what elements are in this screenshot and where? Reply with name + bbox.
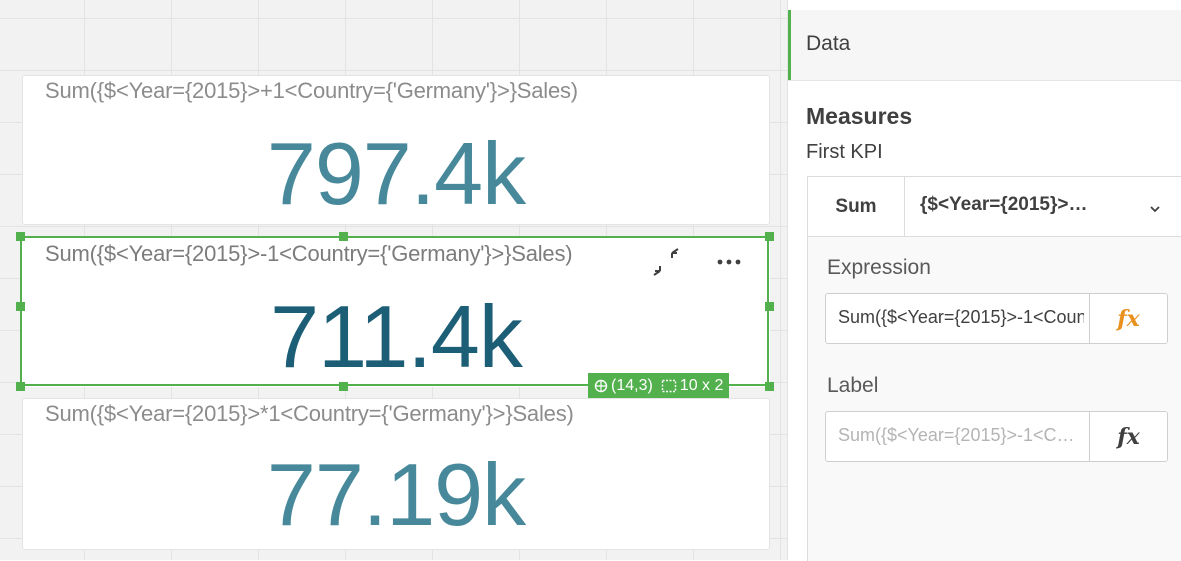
kpi-title: Sum({$<Year={2015}>*1<Country={'Germany'…	[45, 401, 574, 426]
restore-icon[interactable]	[648, 247, 684, 281]
measure-header[interactable]: Sum {$<Year={2015}>…	[808, 177, 1181, 237]
kpi-name-label: First KPI	[806, 141, 883, 163]
kpi-title: Sum({$<Year={2015}>-1<Country={'Germany'…	[45, 241, 573, 266]
size-indicator: 10 x 2	[661, 376, 724, 395]
resize-icon	[661, 379, 676, 392]
resize-handle-left[interactable]	[16, 302, 25, 311]
sheet-canvas[interactable]: Sum({$<Year={2015}>+1<Country={'Germany'…	[0, 0, 787, 560]
kpi-value: 77.19k	[266, 445, 526, 544]
kpi-object-1[interactable]: Sum({$<Year={2015}>+1<Country={'Germany'…	[22, 75, 770, 225]
expression-input[interactable]: Sum({$<Year={2015}>-1<Country={'Germany'…	[838, 307, 1084, 328]
resize-handle-bottom-left[interactable]	[16, 382, 25, 391]
label-label: Label	[827, 374, 879, 397]
resize-handle-bottom[interactable]	[339, 382, 348, 391]
resize-handle-top[interactable]	[339, 232, 348, 241]
position-text: (14,3)	[611, 376, 653, 394]
measure-card: Sum {$<Year={2015}>… Expression Sum({$<Y…	[807, 176, 1181, 561]
more-icon[interactable]	[714, 255, 746, 269]
expression-label: Expression	[827, 256, 931, 279]
properties-panel: Data Measures First KPI Sum {$<Year={201…	[787, 0, 1181, 561]
tab-active-indicator	[788, 10, 791, 80]
position-size-badge: (14,3) 10 x 2	[588, 373, 730, 398]
chevron-down-icon[interactable]	[1148, 201, 1162, 219]
position-indicator: (14,3)	[594, 377, 653, 395]
kpi-object-3[interactable]: Sum({$<Year={2015}>*1<Country={'Germany'…	[22, 398, 770, 550]
aggregation-label[interactable]: Sum	[808, 177, 905, 236]
expression-field[interactable]: Sum({$<Year={2015}>-1<Country={'Germany'…	[825, 293, 1168, 344]
kpi-value: 711.4k	[270, 287, 523, 386]
kpi-value: 797.4k	[266, 124, 526, 223]
resize-handle-bottom-right[interactable]	[765, 382, 774, 391]
resize-handle-top-right[interactable]	[765, 232, 774, 241]
measures-heading: Measures	[806, 103, 913, 129]
size-text: 10 x 2	[679, 376, 724, 394]
measure-field-label[interactable]: {$<Year={2015}>…	[920, 194, 1087, 216]
kpi-title: Sum({$<Year={2015}>+1<Country={'Germany'…	[45, 78, 578, 103]
tab-data[interactable]: Data	[788, 10, 1181, 81]
fx-icon[interactable]: fx	[1089, 294, 1167, 343]
label-input[interactable]: Sum({$<Year={2015}>-1<Country={'Germany'…	[838, 425, 1084, 446]
fx-icon[interactable]: fx	[1089, 412, 1167, 461]
resize-handle-top-left[interactable]	[16, 232, 25, 241]
resize-handle-right[interactable]	[765, 302, 774, 311]
move-icon	[594, 379, 608, 392]
label-field[interactable]: Sum({$<Year={2015}>-1<Country={'Germany'…	[825, 411, 1168, 462]
tab-label: Data	[806, 32, 851, 55]
